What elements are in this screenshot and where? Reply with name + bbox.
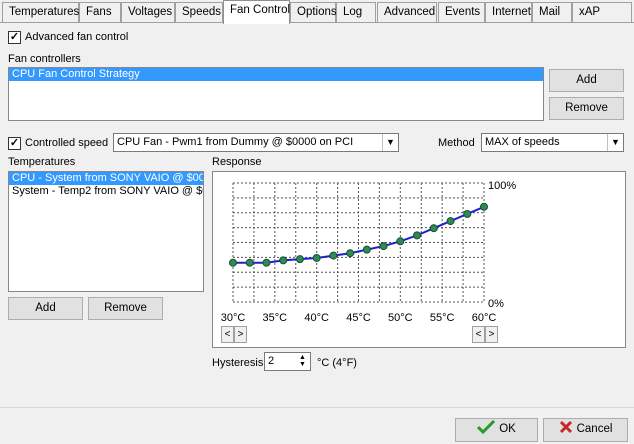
- curve-point: [362, 245, 371, 254]
- ok-button[interactable]: OK: [455, 418, 538, 442]
- curve-point: [279, 256, 288, 265]
- controlled-speed-select[interactable]: CPU Fan - Pwm1 from Dummy @ $0000 on PCI…: [113, 133, 399, 152]
- curve-point: [463, 209, 472, 218]
- tab-fans[interactable]: Fans: [79, 2, 121, 23]
- scroll-left-button[interactable]: <: [472, 326, 485, 343]
- chevron-down-icon: ▼: [382, 134, 398, 151]
- x-tick-label: 55°C: [430, 312, 455, 324]
- tab-mail[interactable]: Mail: [532, 2, 572, 23]
- y-bottom-label: 0%: [488, 298, 504, 310]
- tab-label: Fan Control: [230, 4, 291, 16]
- x-tick-label: 30°C: [221, 312, 246, 324]
- tab-label: Internet: [492, 6, 531, 18]
- controlled-speed-label: Controlled speed: [25, 137, 109, 149]
- tab-xap[interactable]: xAP: [572, 2, 632, 23]
- tab-voltages[interactable]: Voltages: [121, 2, 175, 23]
- curve-point: [312, 253, 321, 262]
- tab-label: Events: [445, 6, 481, 18]
- curve-point: [245, 258, 254, 267]
- list-item[interactable]: CPU Fan Control Strategy: [9, 68, 543, 81]
- curve-point: [429, 224, 438, 233]
- fan-controllers-label: Fan controllers: [8, 53, 81, 65]
- spin-arrows-icon[interactable]: ▲ ▼: [296, 354, 309, 369]
- list-item[interactable]: CPU - System from SONY VAIO @ $0000: [9, 172, 203, 185]
- hysteresis-stepper[interactable]: 2 ▲ ▼: [264, 352, 311, 371]
- temperatures-label: Temperatures: [8, 156, 76, 168]
- cancel-label: Cancel: [576, 423, 613, 435]
- tab-label: Temperatures: [9, 6, 80, 18]
- tab-log[interactable]: Log: [336, 2, 376, 23]
- temperature-remove-button[interactable]: Remove: [88, 297, 163, 320]
- cancel-button[interactable]: Cancel: [543, 418, 628, 442]
- method-select[interactable]: MAX of speeds ▼: [481, 133, 624, 152]
- x-tick-label: 50°C: [388, 312, 413, 324]
- tab-options[interactable]: Options: [290, 2, 337, 23]
- checkmark-icon: [477, 419, 496, 435]
- curve-point: [480, 202, 488, 211]
- advanced-fan-control-label: Advanced fan control: [25, 31, 129, 43]
- hysteresis-value[interactable]: 2: [268, 355, 274, 367]
- x-tick-label: 40°C: [304, 312, 329, 324]
- curve-point: [229, 258, 237, 267]
- tab-label: Options: [297, 6, 337, 18]
- tab-label: xAP: [579, 6, 601, 18]
- curve-point: [329, 251, 338, 260]
- tab-events[interactable]: Events: [438, 2, 485, 23]
- advanced-fan-control-checkbox[interactable]: ✓: [8, 31, 21, 44]
- tab-internet[interactable]: Internet: [485, 2, 532, 23]
- curve-point: [446, 217, 455, 226]
- chevron-down-icon: ▼: [607, 134, 623, 151]
- fan-controller-add-button[interactable]: Add: [549, 69, 624, 92]
- hysteresis-unit: °C (4°F): [317, 357, 357, 369]
- curve-point: [379, 242, 388, 251]
- method-label: Method: [438, 137, 475, 149]
- scroll-left-button[interactable]: <: [221, 326, 234, 343]
- temperatures-list[interactable]: CPU - System from SONY VAIO @ $0000 Syst…: [8, 171, 204, 292]
- tab-label: Advanced: [384, 6, 436, 18]
- hysteresis-label: Hysteresis: [212, 357, 264, 369]
- tab-label: Mail: [539, 6, 561, 18]
- response-label: Response: [212, 156, 262, 168]
- x-tick-label: 60°C: [472, 312, 497, 324]
- x-tick-label: 35°C: [263, 312, 288, 324]
- x-axis-labels: 30°C 35°C 40°C 45°C 50°C 55°C 60°C: [221, 312, 497, 324]
- curve-point: [396, 237, 405, 246]
- close-icon: [559, 420, 572, 434]
- scroll-right-button[interactable]: >: [485, 326, 498, 343]
- fan-controllers-list[interactable]: CPU Fan Control Strategy: [8, 67, 544, 121]
- tab-temperatures[interactable]: Temperatures: [2, 2, 79, 23]
- tab-speeds[interactable]: Speeds: [175, 2, 223, 23]
- curve-point: [413, 231, 422, 240]
- x-tick-label: 45°C: [346, 312, 371, 324]
- tab-strip: Temperatures Fans Voltages Speeds Fan Co…: [0, 0, 634, 24]
- list-item[interactable]: System - Temp2 from SONY VAIO @ $0000: [9, 185, 203, 198]
- controlled-speed-value: CPU Fan - Pwm1 from Dummy @ $0000 on PCI: [117, 136, 354, 148]
- scroll-right-button[interactable]: >: [234, 326, 247, 343]
- curve-point: [346, 249, 355, 258]
- controlled-speed-checkbox[interactable]: ✓: [8, 137, 21, 150]
- tab-label: Log: [343, 6, 363, 18]
- response-chart[interactable]: 100% 0% 30°C 35°C 40°C 45°C 50°C 55°C 60°C: [212, 171, 626, 348]
- footer-divider: [0, 407, 634, 408]
- method-value: MAX of speeds: [485, 136, 560, 148]
- tab-label: Voltages: [128, 6, 173, 18]
- tab-label: Speeds: [182, 6, 222, 18]
- y-top-label: 100%: [488, 180, 516, 192]
- tab-fan-control[interactable]: Fan Control: [223, 0, 290, 24]
- curve-point: [295, 255, 304, 264]
- ok-label: OK: [499, 423, 516, 435]
- tab-label: Fans: [86, 6, 112, 18]
- curve-point: [262, 258, 271, 267]
- temperature-add-button[interactable]: Add: [8, 297, 83, 320]
- chart-grid: [232, 182, 485, 303]
- fan-controller-remove-button[interactable]: Remove: [549, 97, 624, 120]
- tab-advanced[interactable]: Advanced: [377, 2, 437, 23]
